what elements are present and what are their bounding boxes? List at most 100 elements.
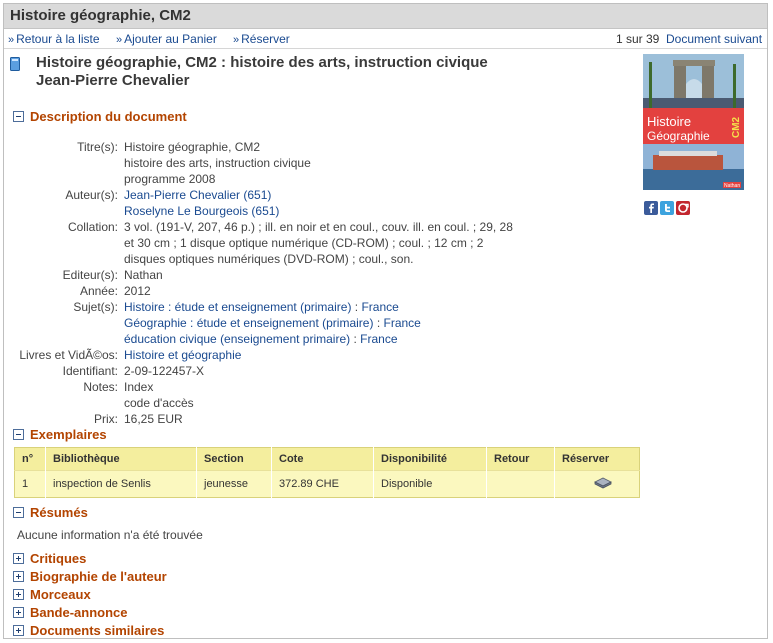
- expand-icon: [13, 571, 24, 582]
- titre-line: histoire des arts, instruction civique: [124, 156, 311, 170]
- notice-panel: Histoire géographie, CM2 » Retour à la li…: [3, 3, 768, 639]
- titre-line: Histoire géographie, CM2: [124, 140, 261, 154]
- table-header-row: n° Bibliothèque Section Cote Disponibili…: [14, 447, 640, 471]
- add-to-cart-link[interactable]: » Ajouter au Panier: [116, 29, 217, 50]
- notes-line: Index: [124, 380, 154, 394]
- collation-value: 3 vol. (191-V, 207, 46 p.) ; ill. en noi…: [124, 219, 513, 267]
- collation-line: et 30 cm ; 1 disque optique numérique (C…: [124, 236, 484, 250]
- annee-label: Année:: [79, 284, 118, 298]
- col-reserver: Réserver: [554, 447, 640, 471]
- prix-value: 16,25 EUR: [124, 412, 183, 426]
- section-critiques[interactable]: Critiques: [13, 551, 86, 567]
- add-to-cart-label: Ajouter au Panier: [124, 32, 217, 46]
- expand-icon: [13, 553, 24, 564]
- section-description[interactable]: Description du document: [13, 109, 187, 125]
- reserve-icon[interactable]: [594, 477, 612, 489]
- table-row: 1 inspection de Senlis jeunesse 372.89 C…: [14, 470, 640, 498]
- subject-separator: :: [373, 316, 384, 330]
- subject-place-link[interactable]: France: [361, 300, 398, 314]
- facebook-icon[interactable]: [644, 201, 658, 215]
- col-section: Section: [196, 447, 272, 471]
- back-to-list-link[interactable]: » Retour à la liste: [8, 29, 100, 50]
- titre-label: Titre(s):: [77, 140, 118, 154]
- subject-line: Géographie : étude et enseignement (prim…: [124, 315, 421, 331]
- author-link[interactable]: Roselyne Le Bourgeois (651): [124, 203, 279, 219]
- document-author: Jean-Pierre Chevalier: [36, 72, 190, 89]
- title-bar: Histoire géographie, CM2: [4, 4, 767, 29]
- cell-disponibilite: Disponible: [373, 470, 487, 498]
- next-document-link[interactable]: Document suivant: [666, 29, 762, 49]
- section-morceaux[interactable]: Morceaux: [13, 587, 91, 603]
- cell-reserver: [554, 470, 640, 498]
- author-link[interactable]: Jean-Pierre Chevalier (651): [124, 187, 279, 203]
- section-biographie[interactable]: Biographie de l'auteur: [13, 569, 167, 585]
- subject-line: Histoire : étude et enseignement (primai…: [124, 299, 421, 315]
- section-biographie-label: Biographie de l'auteur: [30, 569, 167, 584]
- cover-art: Histoire Géographie CM2 Nathan: [643, 54, 744, 190]
- result-counter: 1 sur 39: [616, 32, 660, 46]
- expand-icon: [13, 625, 24, 636]
- notes-line: code d'accès: [124, 396, 194, 410]
- reserve-link[interactable]: » Réserver: [233, 29, 290, 50]
- cover-badge: CM2: [731, 116, 742, 138]
- twitter-icon[interactable]: [660, 201, 674, 215]
- col-disponibilite: Disponibilité: [373, 447, 487, 471]
- back-bullet: »: [8, 34, 15, 46]
- editeur-label: Editeur(s):: [62, 268, 118, 282]
- col-cote: Cote: [271, 447, 374, 471]
- resumes-empty-text: Aucune information n'a été trouvée: [17, 528, 203, 542]
- back-to-list-label: Retour à la liste: [16, 32, 100, 46]
- cover-title-mid: Géographie: [647, 129, 710, 143]
- section-documents-similaires[interactable]: Documents similaires: [13, 623, 164, 639]
- section-resumes[interactable]: Résumés: [13, 505, 88, 521]
- livres-link[interactable]: Histoire et géographie: [124, 347, 241, 363]
- editeur-value: Nathan: [124, 268, 163, 282]
- prix-label: Prix:: [94, 412, 118, 426]
- nav-bar: » Retour à la liste » Ajouter au Panier » R…: [4, 29, 767, 49]
- book-icon: [10, 57, 20, 71]
- col-bibliotheque: Bibliothèque: [45, 447, 197, 471]
- sujet-label: Sujet(s):: [73, 300, 118, 314]
- subject-place-link[interactable]: France: [384, 316, 421, 330]
- subject-line: éducation civique (enseignement primaire…: [124, 331, 421, 347]
- section-exemplaires[interactable]: Exemplaires: [13, 427, 107, 443]
- section-documents-similaires-label: Documents similaires: [30, 623, 165, 638]
- expand-icon: [13, 607, 24, 618]
- subject-link[interactable]: éducation civique (enseignement primaire…: [124, 332, 350, 346]
- auteur-label: Auteur(s):: [65, 188, 118, 202]
- page-title: Histoire géographie, CM2: [10, 7, 191, 24]
- cell-bibliotheque: inspection de Senlis: [45, 470, 197, 498]
- annee-value: 2012: [124, 284, 151, 298]
- titre-value: Histoire géographie, CM2 histoire des ar…: [124, 139, 311, 187]
- livres-label: Livres et VidÃ©os:: [19, 348, 118, 362]
- identifiant-label: Identifiant:: [62, 364, 118, 378]
- collapse-icon: [13, 429, 24, 440]
- reserve-bullet: »: [233, 34, 240, 46]
- cover-image[interactable]: Histoire Géographie CM2 Nathan: [643, 54, 744, 190]
- subject-separator: :: [351, 300, 362, 314]
- collapse-icon: [13, 111, 24, 122]
- notes-value: Index code d'accès: [124, 379, 194, 411]
- collation-line: 3 vol. (191-V, 207, 46 p.) ; ill. en noi…: [124, 220, 513, 234]
- notes-label: Notes:: [83, 380, 118, 394]
- document-heading: Histoire géographie, CM2 : histoire des …: [36, 54, 616, 90]
- share-icon[interactable]: [676, 201, 690, 215]
- reserve-label: Réserver: [241, 32, 290, 46]
- collation-label: Collation:: [67, 220, 118, 234]
- titre-line: programme 2008: [124, 172, 216, 186]
- cover-publisher: Nathan: [724, 183, 740, 189]
- collapse-icon: [13, 507, 24, 518]
- subject-link[interactable]: Géographie : étude et enseignement (prim…: [124, 316, 373, 330]
- document-title: Histoire géographie, CM2 : histoire des …: [36, 54, 488, 71]
- subject-link[interactable]: Histoire : étude et enseignement (primai…: [124, 300, 351, 314]
- section-bande-annonce-label: Bande-annonce: [30, 605, 128, 620]
- subject-place-link[interactable]: France: [360, 332, 397, 346]
- section-bande-annonce[interactable]: Bande-annonce: [13, 605, 128, 621]
- cell-retour: [486, 470, 555, 498]
- section-description-label: Description du document: [30, 109, 187, 124]
- expand-icon: [13, 589, 24, 600]
- cover-title-top: Histoire: [647, 114, 691, 129]
- exemplaires-table: n° Bibliothèque Section Cote Disponibili…: [14, 447, 640, 498]
- col-n: n°: [14, 447, 46, 471]
- section-critiques-label: Critiques: [30, 551, 87, 566]
